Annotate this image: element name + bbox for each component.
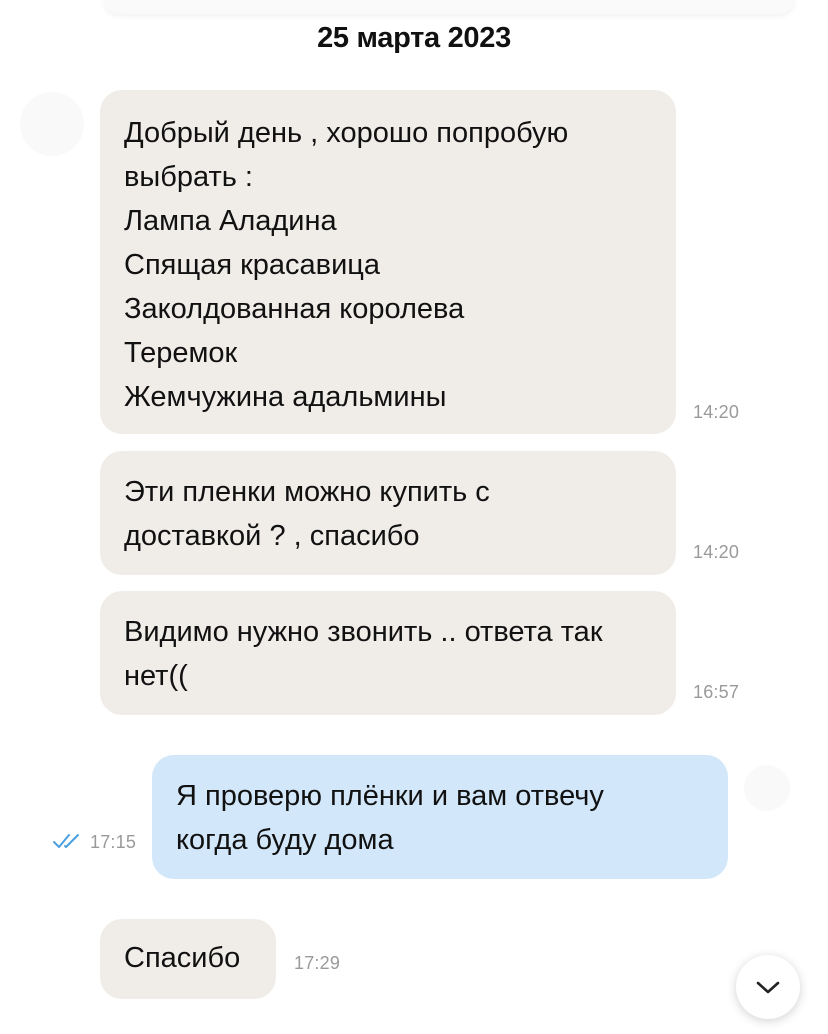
top-panel-edge: [104, 0, 794, 14]
message-bubble-incoming[interactable]: Видимо нужно звонить .. ответа так нет((…: [100, 591, 739, 715]
message-bubble-incoming[interactable]: Эти пленки можно купить с доставкой ? , …: [100, 451, 739, 575]
message-bubble-incoming[interactable]: Добрый день , хорошо попробую выбрать : …: [100, 90, 739, 434]
avatar: [744, 765, 790, 811]
message-time: 14:20: [693, 402, 740, 422]
message-bubble-outgoing[interactable]: Я проверю плёнки и вам отвечу когда буду…: [152, 755, 728, 879]
message-text: Спасибо: [124, 942, 241, 974]
chevron-down-icon: [756, 981, 780, 994]
message-text: Я проверю плёнки и вам отвечу когда буду…: [176, 780, 604, 856]
message-time: 16:57: [693, 682, 740, 702]
scroll-to-bottom-button[interactable]: [736, 955, 800, 1019]
avatar: [20, 92, 84, 156]
message-bubble-incoming[interactable]: Спасибо: [100, 919, 276, 999]
message-text: Эти пленки можно купить с доставкой ? , …: [124, 476, 490, 552]
message-time: 17:29: [294, 953, 341, 973]
message-time: 14:20: [693, 542, 740, 562]
date-header: 25 марта 2023: [317, 22, 511, 54]
double-check-icon: [53, 834, 79, 848]
message-time: 17:15: [90, 832, 137, 852]
message-text: Видимо нужно звонить .. ответа так нет((: [124, 616, 603, 692]
message-text: Добрый день , хорошо попробую выбрать : …: [124, 117, 569, 413]
